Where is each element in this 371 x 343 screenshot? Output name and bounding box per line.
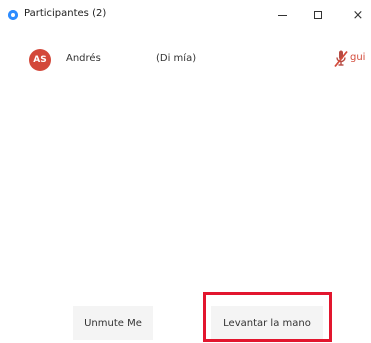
close-button[interactable]: × xyxy=(346,4,370,26)
minimize-icon xyxy=(277,14,287,16)
participant-role: (Di mía) xyxy=(156,53,197,64)
window-title: Participantes (2) xyxy=(24,8,107,19)
participant-row[interactable]: AS Andrés (Di mía) gui xyxy=(0,40,371,78)
muted-mic-icon[interactable] xyxy=(333,49,349,69)
participants-window: Participantes (2) × AS Andrés (Di mía) g… xyxy=(0,0,371,343)
clipped-participant-text: gui xyxy=(350,52,366,63)
minimize-button[interactable] xyxy=(270,4,294,26)
title-bar: Participantes (2) × xyxy=(0,0,371,34)
raise-hand-button[interactable]: Levantar la mano xyxy=(211,306,323,340)
maximize-icon xyxy=(314,11,322,19)
participant-name: Andrés xyxy=(66,53,101,64)
close-icon: × xyxy=(352,7,364,23)
zoom-app-icon xyxy=(8,10,18,20)
avatar: AS xyxy=(29,49,51,71)
maximize-button[interactable] xyxy=(306,4,330,26)
unmute-me-button[interactable]: Unmute Me xyxy=(73,306,153,340)
